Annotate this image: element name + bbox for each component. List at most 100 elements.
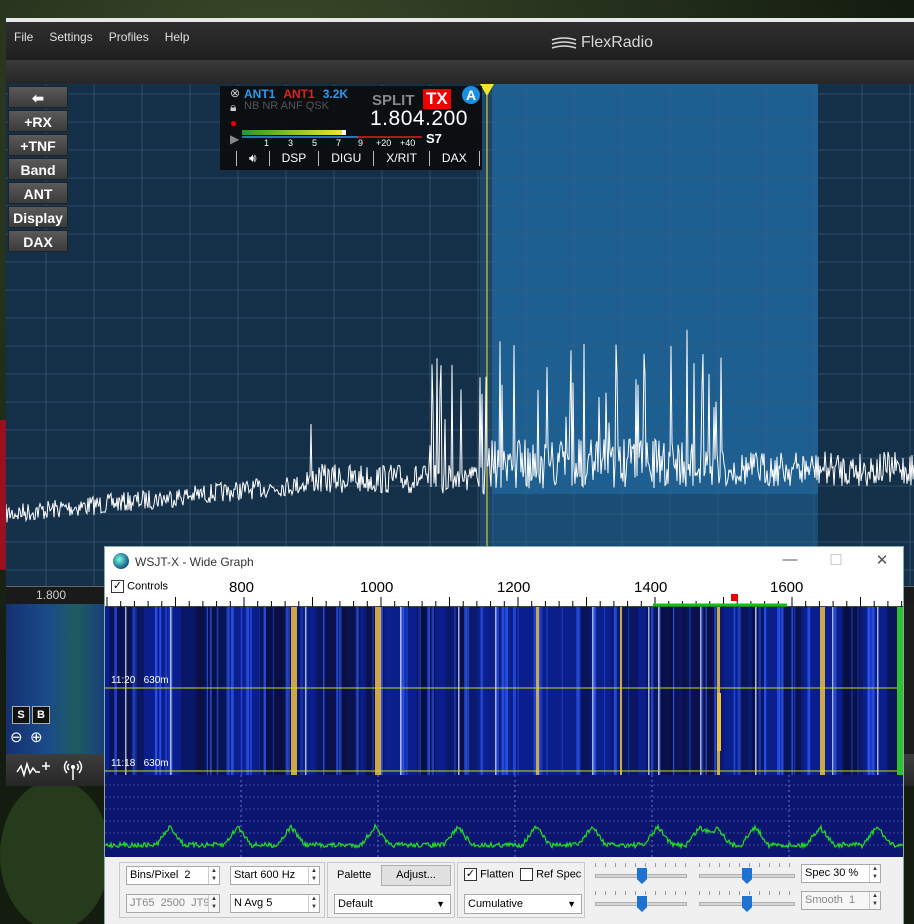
- spin-arrows-icon[interactable]: ▲ ▼: [308, 867, 319, 884]
- waterfall-signal-trace: [620, 607, 622, 775]
- collapse-arrow-button[interactable]: ⬅: [8, 86, 68, 108]
- menu-file[interactable]: File: [14, 30, 33, 44]
- waterfall-blue-streak: [209, 607, 212, 775]
- minimize-icon[interactable]: —: [767, 551, 813, 568]
- waterfall-blue-streak: [454, 607, 456, 775]
- waterfall[interactable]: 11:20 630m 11:18 630m: [105, 607, 903, 775]
- waterfall-dark-band: [315, 607, 325, 775]
- ant-button[interactable]: ANT: [8, 182, 68, 204]
- spin-arrows-icon[interactable]: ▲ ▼: [869, 865, 880, 882]
- spectrum-mode-select[interactable]: Cumulative ▼: [464, 894, 582, 914]
- waterfall-blue-streak: [226, 607, 230, 775]
- record-icon[interactable]: ●: [230, 116, 237, 130]
- waterfall-blue-streak: [372, 607, 374, 775]
- adjust-button[interactable]: Adjust...: [381, 865, 451, 886]
- menu-settings[interactable]: Settings: [49, 30, 92, 44]
- waterfall-blue-streak: [505, 607, 509, 775]
- waterfall-white-line: [305, 607, 307, 775]
- waterfall-blue-streak: [497, 607, 499, 775]
- waterfall-blue-streak: [850, 607, 853, 775]
- palette-select[interactable]: Default ▼: [334, 894, 451, 914]
- waterfall-blue-streak: [339, 607, 342, 775]
- add-panadapter-icon[interactable]: [16, 760, 52, 780]
- s-button[interactable]: S: [12, 706, 30, 724]
- tx-antenna[interactable]: ANT1: [283, 87, 314, 101]
- time-label: 11:20 630m: [111, 675, 169, 686]
- waterfall-blue-streak: [480, 607, 484, 775]
- close-icon[interactable]: ✕: [859, 551, 905, 569]
- waterfall-blue-streak: [466, 607, 470, 775]
- rx-antenna[interactable]: ANT1: [244, 87, 275, 101]
- flex-waterfall[interactable]: S B ⊖ ⊕: [6, 604, 106, 754]
- tx-badge[interactable]: TX: [423, 89, 451, 109]
- bins-per-pixel-spinbox[interactable]: Bins/Pixel 2 ▲ ▼: [126, 866, 220, 885]
- background-leaf: [0, 780, 110, 924]
- spin-arrows-icon[interactable]: ▲ ▼: [308, 895, 319, 912]
- maximize-icon[interactable]: ☐: [813, 551, 859, 569]
- band-button[interactable]: Band: [8, 158, 68, 180]
- slice-letter-badge[interactable]: A: [462, 86, 480, 104]
- waterfall-blue-streak: [323, 607, 325, 775]
- waterfall-blue-streak: [533, 607, 536, 775]
- waterfall-signal-trace: [375, 607, 381, 775]
- close-slice-icon[interactable]: ⊗: [230, 86, 240, 100]
- display-button[interactable]: Display: [8, 206, 68, 228]
- dax-button[interactable]: DAX: [8, 230, 68, 252]
- b-button[interactable]: B: [32, 706, 50, 724]
- waterfall-blue-streak: [650, 607, 654, 775]
- waterfall-decode-burst: [717, 693, 721, 751]
- n-avg-spinbox[interactable]: N Avg 5 ▲ ▼: [230, 894, 320, 913]
- waterfall-edge: [897, 607, 903, 775]
- add-tnf-button[interactable]: +TNF: [8, 134, 68, 156]
- antenna-icon[interactable]: [60, 758, 86, 782]
- waterfall-blue-streak: [231, 607, 234, 775]
- tab-dax[interactable]: DAX: [428, 151, 480, 166]
- filter-width: 3.2K: [322, 87, 349, 101]
- tab-dsp[interactable]: DSP: [268, 151, 319, 166]
- spec-percent-spinbox[interactable]: Spec 30 % ▲ ▼: [801, 864, 881, 883]
- waterfall-blue-streak: [737, 607, 741, 775]
- spin-arrows-icon: ▲ ▼: [208, 895, 219, 912]
- dsp-flags: NB NR ANF QSK: [244, 100, 329, 112]
- waterfall-blue-streak: [781, 607, 784, 775]
- spin-arrows-icon: ▲ ▼: [869, 892, 880, 909]
- slider-ticks: [699, 891, 795, 895]
- waterfall-white-line: [700, 607, 702, 775]
- spin-arrows-icon[interactable]: ▲ ▼: [208, 867, 219, 884]
- tab-digu[interactable]: DIGU: [318, 151, 373, 166]
- waterfall-white-line: [400, 607, 402, 775]
- audio-icon[interactable]: 🔊︎: [236, 151, 269, 166]
- waterfall-blue-streak: [216, 607, 219, 775]
- wsjtx-logo-icon: [113, 553, 129, 569]
- flatten-checkbox[interactable]: ✓ Flatten: [464, 868, 514, 881]
- title-bar[interactable]: WSJT-X - Wide Graph — ☐ ✕: [105, 547, 903, 577]
- lock-icon[interactable]: 🔒︎: [230, 100, 236, 115]
- side-button-column: ⬅ +RX +TNF Band ANT Display DAX: [8, 86, 70, 254]
- frequency-scale[interactable]: ✓ Controls 800 1000 1200 1400 1600: [105, 577, 903, 607]
- start-freq-spinbox[interactable]: Start 600 Hz ▲ ▼: [230, 866, 320, 885]
- add-rx-button[interactable]: +RX: [8, 110, 68, 132]
- waterfall-blue-streak: [405, 607, 408, 775]
- palette-label: Palette: [337, 869, 372, 881]
- menu-help[interactable]: Help: [165, 30, 190, 44]
- scale-label: 800: [229, 579, 255, 596]
- ref-spec-checkbox-box[interactable]: [520, 868, 533, 881]
- spectrum-plot[interactable]: [105, 775, 903, 857]
- gain-slider-thumb[interactable]: [637, 868, 647, 884]
- waterfall-blue-streak: [134, 607, 137, 775]
- spec-gain-slider-thumb[interactable]: [637, 896, 647, 912]
- waterfall-dark-band: [117, 607, 123, 775]
- ref-spec-checkbox[interactable]: Ref Spec: [520, 868, 581, 881]
- zoom-in-icon[interactable]: ⊕: [30, 728, 43, 746]
- n-avg-value: N Avg 5: [234, 897, 273, 909]
- flatten-checkbox-box[interactable]: ✓: [464, 868, 477, 881]
- play-icon[interactable]: ▶: [230, 132, 239, 146]
- spec-zero-slider-thumb[interactable]: [742, 896, 752, 912]
- zoom-out-icon[interactable]: ⊖: [10, 728, 23, 746]
- tab-xrit[interactable]: X/RIT: [373, 151, 429, 166]
- slice-frequency[interactable]: 1.804.200: [370, 107, 468, 131]
- waterfall-blue-streak: [604, 607, 606, 775]
- zero-slider-thumb[interactable]: [742, 868, 752, 884]
- menu-profiles[interactable]: Profiles: [109, 30, 149, 44]
- scale-label: 1600: [770, 579, 804, 596]
